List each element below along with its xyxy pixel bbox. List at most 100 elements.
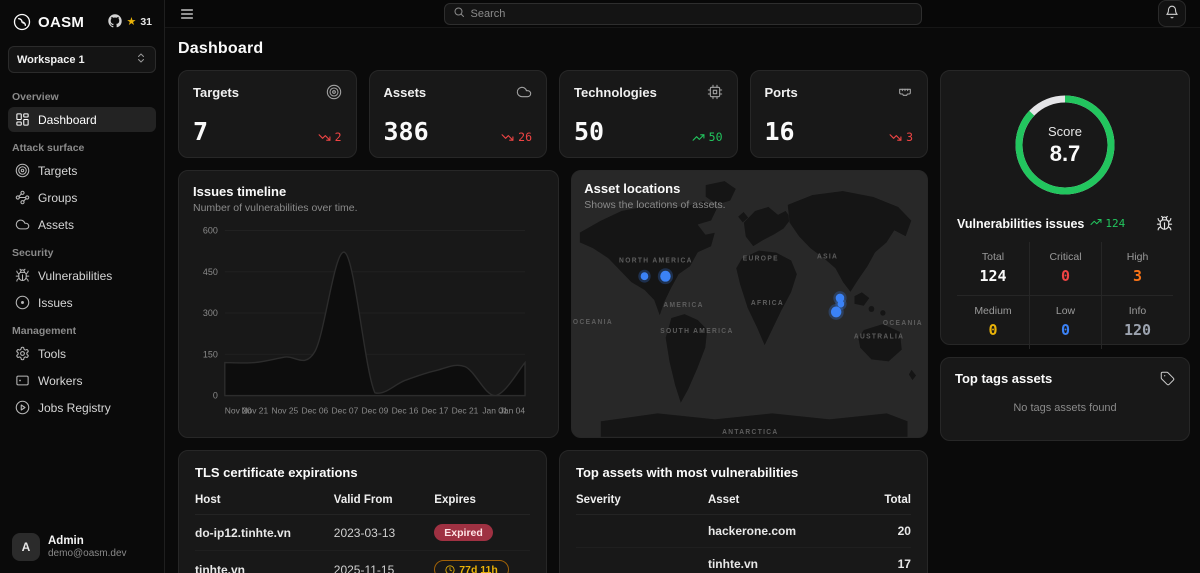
stat-trend: 50 xyxy=(692,130,723,144)
stat-value: 16 xyxy=(765,119,795,144)
map-region-label: NORTH AMERICA xyxy=(619,257,693,264)
user-email: demo@oasm.dev xyxy=(48,548,127,561)
severity-stat-high: High3 xyxy=(1101,242,1173,295)
dashboard-content: Dashboard Targets7 2Assets386 26Technolo… xyxy=(165,28,1200,573)
workspace-selector[interactable]: Workspace 1 xyxy=(8,46,156,73)
tag-icon xyxy=(1160,371,1175,386)
nav-section-label: Overview xyxy=(12,91,152,103)
score-value: 8.7 xyxy=(1050,141,1081,167)
search-input[interactable] xyxy=(471,8,913,20)
tls-expirations-card: TLS certificate expirations HostValid Fr… xyxy=(178,450,547,573)
sidebar-header: OASM ★ 31 xyxy=(8,0,156,44)
sidebar-item-assets[interactable]: Assets xyxy=(8,212,156,237)
tls-table-row[interactable]: do-ip12.tinhte.vn2023-03-13Expired xyxy=(195,515,530,551)
column-header: Expires xyxy=(434,494,530,506)
asset-location-dot xyxy=(641,272,649,280)
page-title: Dashboard xyxy=(178,40,1190,58)
map-region-label: OCEANIA xyxy=(883,320,923,327)
column-header: Valid From xyxy=(334,494,435,506)
asset-location-dot xyxy=(831,306,841,317)
sidebar-item-jobs-registry[interactable]: Jobs Registry xyxy=(8,395,156,420)
bug-icon xyxy=(1156,215,1173,232)
severity-stat-medium: Medium0 xyxy=(957,295,1029,349)
target-icon xyxy=(15,163,30,178)
sidebar-item-issues[interactable]: Issues xyxy=(8,290,156,315)
trend-down-icon xyxy=(889,131,902,144)
column-header: Severity xyxy=(576,494,708,506)
notifications-button[interactable] xyxy=(1158,0,1186,27)
stat-trend: 3 xyxy=(889,130,913,144)
svg-text:0: 0 xyxy=(213,391,218,401)
tags-empty-state: No tags assets found xyxy=(955,402,1175,414)
svg-text:Dec 21: Dec 21 xyxy=(452,405,479,415)
svg-text:600: 600 xyxy=(203,226,218,236)
cloud-icon xyxy=(516,84,532,100)
sidebar-item-tools[interactable]: Tools xyxy=(8,341,156,366)
user-menu[interactable]: A Admin demo@oasm.dev xyxy=(8,523,156,573)
nav-section-label: Security xyxy=(12,247,152,259)
tls-table-header: HostValid FromExpires xyxy=(195,494,530,515)
stat-label: Ports xyxy=(765,85,798,100)
sidebar-item-workers[interactable]: Workers xyxy=(8,368,156,393)
stat-label: Technologies xyxy=(574,85,657,100)
nav-section-label: Attack surface xyxy=(12,142,152,154)
top-asset-row[interactable]: tinhte.vn17 xyxy=(576,548,911,573)
port-icon xyxy=(897,84,913,100)
target-icon xyxy=(326,84,342,100)
stat-label: Assets xyxy=(384,85,427,100)
map-region-label: SOUTH AMERICA xyxy=(661,328,734,335)
stat-card-targets: Targets7 2 xyxy=(178,70,357,158)
severity-grid: Total124Critical0High3Medium0Low0Info120 xyxy=(957,242,1173,349)
tag-icon xyxy=(1160,371,1175,386)
issues-timeline-chart: 0150300450600Nov 20Nov 21Nov 25Dec 06Dec… xyxy=(193,220,531,426)
cpu-icon xyxy=(707,84,723,100)
target-icon xyxy=(326,84,342,100)
sidebar-item-vulnerabilities[interactable]: Vulnerabilities xyxy=(8,263,156,288)
chevrons-up-down-icon xyxy=(135,52,147,67)
menu-toggle-button[interactable] xyxy=(179,6,195,22)
tls-table-row[interactable]: tinhte.vn2025-11-15 77d 11h xyxy=(195,551,530,573)
stat-trend: 2 xyxy=(318,130,342,144)
cloud-icon xyxy=(15,217,30,232)
map-subtitle: Shows the locations of assets. xyxy=(584,199,725,211)
trend-down-icon xyxy=(501,131,514,144)
cpu-icon xyxy=(707,84,723,100)
search-icon xyxy=(453,6,465,21)
stat-value: 386 xyxy=(384,119,429,144)
github-stars-link[interactable]: ★ 31 xyxy=(108,14,152,31)
column-header: Asset xyxy=(708,494,865,506)
top-tags-title: Top tags assets xyxy=(955,371,1052,386)
search-icon xyxy=(453,6,465,18)
svg-text:Jan 04: Jan 04 xyxy=(500,405,526,415)
expired-badge: Expired xyxy=(434,524,493,541)
svg-text:Dec 17: Dec 17 xyxy=(422,405,449,415)
bell-icon xyxy=(1165,5,1179,22)
sidebar-item-targets[interactable]: Targets xyxy=(8,158,156,183)
map-region-label: EUROPE xyxy=(743,255,779,262)
top-assets-card: Top assets with most vulnerabilities Sev… xyxy=(559,450,928,573)
trend-down-icon xyxy=(318,131,331,144)
vulnerabilities-issues-title: Vulnerabilities issues xyxy=(957,217,1084,231)
severity-stat-critical: Critical0 xyxy=(1029,242,1101,295)
sidebar-item-dashboard[interactable]: Dashboard xyxy=(8,107,156,132)
sidebar-item-groups[interactable]: Groups xyxy=(8,185,156,210)
severity-stat-info: Info120 xyxy=(1101,295,1173,349)
column-header: Total xyxy=(865,494,911,506)
workspace-name: Workspace 1 xyxy=(17,54,129,66)
clock-icon xyxy=(445,565,455,573)
svg-text:300: 300 xyxy=(203,308,218,318)
map-region-label: AFRICA xyxy=(751,300,784,307)
asset-location-dot xyxy=(660,271,670,282)
stat-label: Targets xyxy=(193,85,239,100)
sidebar: OASM ★ 31 Workspace 1 Overview Dashboard A… xyxy=(0,0,165,573)
search-box[interactable] xyxy=(444,3,922,25)
nav-section-label: Management xyxy=(12,325,152,337)
severity-stat-total: Total124 xyxy=(957,242,1029,295)
top-asset-row[interactable]: hackerone.com20 xyxy=(576,515,911,548)
stat-card-ports: Ports 16 3 xyxy=(750,70,929,158)
chevrons-up-down-icon xyxy=(135,52,147,64)
stats-row: Targets7 2Assets386 26Technologies50 50P… xyxy=(178,70,928,158)
map-region-label: ANTARCTICA xyxy=(722,429,779,436)
svg-text:150: 150 xyxy=(203,349,218,359)
map-region-label: AMERICA xyxy=(664,302,704,309)
